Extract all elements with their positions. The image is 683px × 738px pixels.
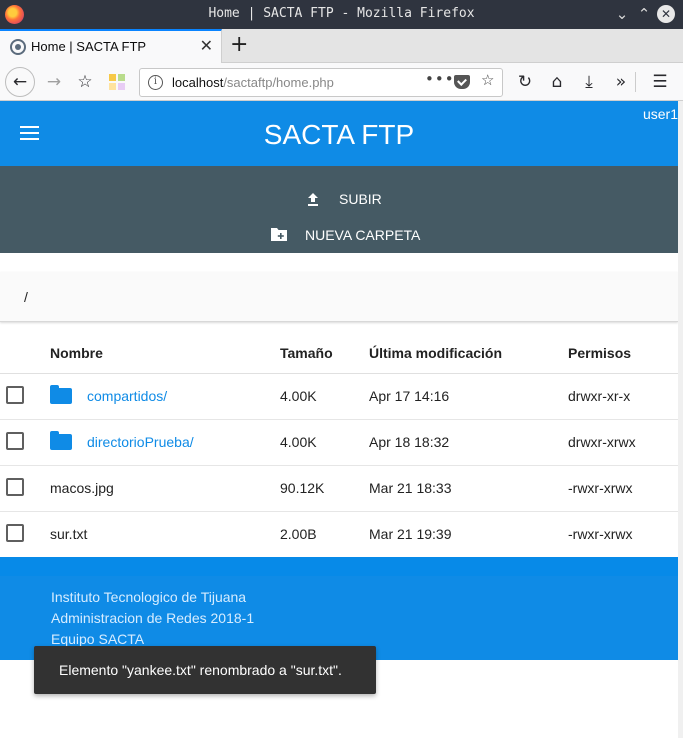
- back-arrow-icon[interactable]: ←: [5, 67, 35, 97]
- pocket-icon[interactable]: [454, 75, 470, 93]
- close-tab-icon[interactable]: ✕: [200, 36, 213, 55]
- folder-icon: [50, 385, 72, 405]
- window-titlebar: Home | SACTA FTP - Mozilla Firefox ⌄ ⌃ ✕: [0, 0, 683, 29]
- table-row[interactable]: directorioPrueba/ 4.00K Apr 18 18:32 drw…: [0, 419, 678, 466]
- file-permissions: -rwxr-xrwx: [568, 465, 678, 512]
- page-scrollbar[interactable]: [678, 101, 683, 738]
- row-checkbox[interactable]: [6, 386, 24, 405]
- navigation-toolbar: ← → ☆ i localhost/sactaftp/home.php ••• …: [0, 63, 683, 101]
- table-row[interactable]: sur.txt 2.00B Mar 21 19:39 -rwxr-xrwx: [0, 511, 678, 558]
- url-path: /sactaftp/home.php: [223, 75, 334, 90]
- upload-icon: [305, 191, 321, 207]
- hamburger-menu-icon[interactable]: ☰: [646, 68, 674, 96]
- footer-institution: Instituto Tecnologico de Tijuana: [51, 589, 247, 605]
- page-footer: Instituto Tecnologico de Tijuana Adminis…: [0, 557, 678, 660]
- home-icon[interactable]: ⌂: [543, 68, 571, 96]
- file-modified: Apr 17 14:16: [369, 373, 568, 420]
- column-header-name[interactable]: Nombre: [50, 333, 280, 374]
- column-header-modified[interactable]: Última modificación: [369, 333, 568, 374]
- new-folder-icon: [271, 227, 287, 243]
- overflow-chevrons-icon[interactable]: »: [607, 68, 635, 96]
- maximize-icon[interactable]: ⌃: [633, 3, 655, 25]
- user-name[interactable]: user1: [643, 106, 678, 122]
- downloads-icon[interactable]: ⤓: [575, 68, 603, 96]
- tab-strip: Home | SACTA FTP ✕ +: [0, 29, 683, 63]
- minimize-icon[interactable]: ⌄: [611, 3, 633, 25]
- folder-link[interactable]: directorioPrueba/: [87, 434, 194, 450]
- file-size: 4.00K: [280, 373, 369, 420]
- address-bar[interactable]: i localhost/sactaftp/home.php ••• ☆: [139, 68, 503, 97]
- file-name[interactable]: macos.jpg: [50, 465, 280, 512]
- file-permissions: drwxr-xrwx: [568, 419, 678, 466]
- site-info-icon[interactable]: i: [148, 75, 163, 90]
- column-header-size[interactable]: Tamaño: [280, 333, 369, 374]
- site-favicon-icon: [10, 39, 26, 55]
- file-table: Nombre Tamaño Última modificación Permis…: [0, 333, 678, 558]
- upload-button[interactable]: SUBIR: [305, 191, 382, 207]
- row-checkbox[interactable]: [6, 478, 24, 497]
- action-bar: SUBIR NUEVA CARPETA: [0, 166, 678, 253]
- folder-link[interactable]: compartidos/: [87, 388, 167, 404]
- column-header-permissions[interactable]: Permisos: [568, 333, 678, 374]
- file-size: 4.00K: [280, 419, 369, 466]
- window-title: Home | SACTA FTP - Mozilla Firefox: [208, 6, 475, 21]
- table-row[interactable]: compartidos/ 4.00K Apr 17 14:16 drwxr-xr…: [0, 373, 678, 420]
- extension-icon[interactable]: [103, 68, 131, 96]
- new-folder-label: NUEVA CARPETA: [305, 227, 421, 243]
- new-folder-button[interactable]: NUEVA CARPETA: [271, 227, 420, 243]
- new-tab-icon[interactable]: +: [230, 32, 248, 57]
- file-permissions: drwxr-xr-x: [568, 373, 678, 420]
- footer-team: Equipo SACTA: [51, 631, 145, 647]
- current-path[interactable]: /: [24, 289, 28, 305]
- app-header: SACTA FTP user1: [0, 101, 678, 166]
- row-checkbox[interactable]: [6, 524, 24, 543]
- file-size: 90.12K: [280, 465, 369, 512]
- file-size: 2.00B: [280, 511, 369, 558]
- bookmark-page-icon[interactable]: ☆: [481, 71, 494, 89]
- file-permissions: -rwxr-xrwx: [568, 511, 678, 558]
- folder-icon: [50, 431, 72, 451]
- close-window-icon[interactable]: ✕: [657, 5, 675, 23]
- bookmark-star-icon[interactable]: ☆: [71, 68, 99, 96]
- footer-divider: [0, 557, 678, 576]
- forward-arrow-icon[interactable]: →: [40, 68, 68, 96]
- upload-label: SUBIR: [339, 191, 382, 207]
- breadcrumb: /: [0, 272, 678, 322]
- file-modified: Apr 18 18:32: [369, 419, 568, 466]
- select-column-header: [0, 333, 50, 374]
- url-text[interactable]: localhost/sactaftp/home.php: [172, 75, 334, 90]
- rename-toast: Elemento "yankee.txt" renombrado a "sur.…: [34, 646, 376, 694]
- file-name[interactable]: sur.txt: [50, 511, 280, 558]
- tab-home[interactable]: Home | SACTA FTP ✕: [0, 29, 222, 63]
- table-header-row: Nombre Tamaño Última modificación Permis…: [0, 333, 678, 374]
- file-modified: Mar 21 18:33: [369, 465, 568, 512]
- table-row[interactable]: macos.jpg 90.12K Mar 21 18:33 -rwxr-xrwx: [0, 465, 678, 512]
- reload-icon[interactable]: ↻: [511, 68, 539, 96]
- row-checkbox[interactable]: [6, 432, 24, 451]
- toolbar-divider: [635, 72, 636, 92]
- app-title: SACTA FTP: [263, 119, 415, 150]
- tab-label: Home | SACTA FTP: [31, 39, 147, 54]
- page-actions-icon[interactable]: •••: [425, 70, 455, 88]
- footer-course: Administracion de Redes 2018-1: [51, 610, 255, 626]
- file-modified: Mar 21 19:39: [369, 511, 568, 558]
- url-host: localhost: [172, 75, 224, 90]
